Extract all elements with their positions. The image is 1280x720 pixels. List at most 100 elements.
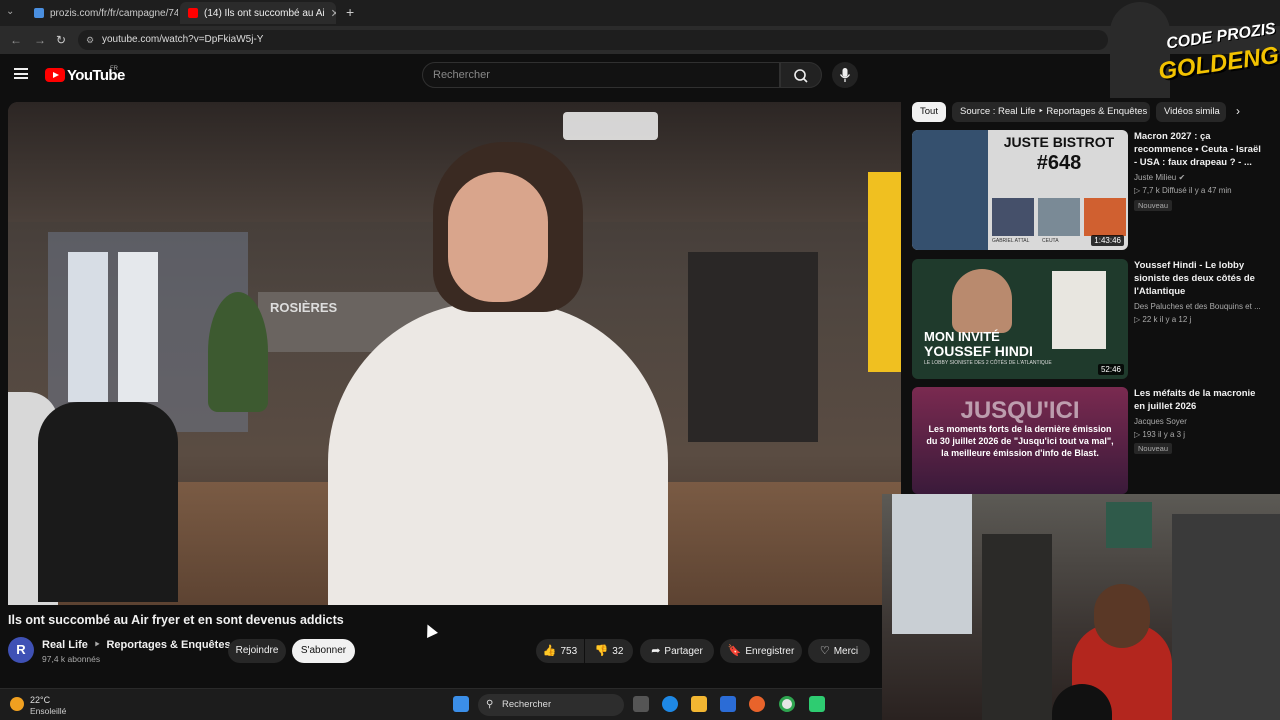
shelf: [982, 534, 1052, 720]
chip-similar[interactable]: Vidéos simila: [1156, 102, 1226, 122]
recommendation-item[interactable]: MON INVITÉ YOUSSEF HINDI LE LOBBY SIONIS…: [912, 259, 1272, 379]
window: [892, 494, 972, 634]
browser-address-bar: ← → ↻ ⚙ youtube.com/watch?v=DpFkiaW5j-Y: [0, 26, 1280, 54]
task-view-icon[interactable]: [633, 696, 649, 712]
taskbar-search[interactable]: ⚲ Rechercher: [478, 694, 624, 716]
weather-temperature[interactable]: 22°C: [30, 695, 50, 705]
recommendation-channel[interactable]: Jacques Soyer: [1134, 417, 1187, 426]
recommendation-title[interactable]: Macron 2027 : ça recommence • Ceuta - Is…: [1134, 130, 1264, 169]
subscribe-button[interactable]: S'abonner: [292, 639, 355, 663]
channel-name[interactable]: Real Life ‣ Reportages & Enquêtes: [42, 638, 231, 651]
tab-label: prozis.com/fr/fr/campagne/74: [50, 7, 178, 19]
person-left-coat: [38, 402, 178, 602]
bookmark-icon: 🔖: [727, 645, 742, 657]
share-button[interactable]: ➦ Partager: [640, 639, 714, 663]
thumb-photo: [992, 198, 1034, 236]
new-badge: Nouveau: [1134, 200, 1173, 211]
microphone-icon: [839, 68, 851, 82]
weather-condition[interactable]: Ensoleillé: [30, 706, 66, 716]
share-icon: ➦: [651, 645, 661, 657]
youtube-favicon-icon: [188, 8, 198, 18]
appliance-washer: [118, 252, 158, 402]
firefox-icon[interactable]: [749, 696, 765, 712]
recommendation-item[interactable]: JUSTE BISTROT #648 GABRIEL ATTAL CEUTA 1…: [912, 130, 1272, 250]
save-label: Enregistrer: [745, 646, 795, 657]
verified-icon: ✔: [1178, 173, 1186, 182]
thumb-photo: [1084, 198, 1126, 236]
site-info-icon[interactable]: ⚙: [86, 30, 94, 50]
search-icon: [794, 69, 808, 83]
globe-icon: [34, 8, 44, 18]
thumb-number: #648: [1036, 152, 1082, 174]
chip-all[interactable]: Tout: [912, 102, 946, 122]
thumb-title: JUSTE BISTROT: [1003, 134, 1115, 150]
channel-title[interactable]: Real Life: [42, 639, 88, 651]
thumb-label: GABRIEL ATTAL: [992, 238, 1030, 244]
recommendation-item[interactable]: JUSQU'ICI Les moments forts de la derniè…: [912, 387, 1272, 494]
new-tab-button[interactable]: +: [346, 4, 354, 20]
channel-label: Juste Milieu: [1134, 173, 1177, 182]
tab-prozis[interactable]: prozis.com/fr/fr/campagne/74 ✕: [26, 2, 178, 24]
join-button[interactable]: Rejoindre: [228, 639, 286, 663]
video-duration: 52:46: [1097, 364, 1124, 375]
windows-taskbar: 22°C Ensoleillé ⚲ Rechercher: [0, 688, 882, 720]
video-duration: 1:43:46: [1091, 235, 1124, 246]
reload-icon[interactable]: ↻: [56, 33, 66, 47]
save-button[interactable]: 🔖 Enregistrer: [720, 639, 802, 663]
person-head: [1094, 584, 1150, 648]
voice-search-button[interactable]: [832, 62, 858, 88]
channel-separator: ‣: [93, 639, 101, 651]
region-code: FR: [110, 66, 118, 72]
close-icon[interactable]: ✕: [325, 7, 336, 20]
thumb-name: YOUSSEF HINDI: [924, 343, 1033, 359]
recommendation-title[interactable]: Les méfaits de la macronie en juillet 20…: [1134, 387, 1264, 413]
thumb-photo: [1038, 198, 1080, 236]
url-field[interactable]: ⚙ youtube.com/watch?v=DpFkiaW5j-Y: [78, 30, 1108, 50]
recommendation-title[interactable]: Youssef Hindi - Le lobby sioniste des de…: [1134, 259, 1264, 298]
app-icon[interactable]: [809, 696, 825, 712]
chevron-right-icon[interactable]: ›: [1236, 104, 1240, 118]
edge-icon[interactable]: [662, 696, 678, 712]
thanks-icon: ♡: [819, 645, 830, 657]
file-explorer-icon[interactable]: [691, 696, 707, 712]
taskbar-search-label: Rechercher: [502, 699, 552, 710]
recommendation-channel[interactable]: Juste Milieu ✔: [1134, 173, 1185, 182]
tab-search-icon[interactable]: ⌄: [6, 6, 14, 17]
video-title: Ils ont succombé au Air fryer et en sont…: [8, 613, 344, 627]
tab-youtube[interactable]: (14) Ils ont succombé au Ai ✕: [180, 2, 336, 24]
store-sign: [563, 112, 658, 140]
new-badge: Nouveau: [1134, 443, 1173, 454]
thanks-label: Merci: [833, 646, 859, 657]
dislike-button[interactable]: 👎 32: [585, 639, 633, 663]
dark-shelf: [688, 252, 818, 442]
search-input[interactable]: Rechercher: [422, 62, 780, 88]
video-thumbnail[interactable]: JUSTE BISTROT #648 GABRIEL ATTAL CEUTA 1…: [912, 130, 1128, 250]
video-thumbnail[interactable]: MON INVITÉ YOUSSEF HINDI LE LOBBY SIONIS…: [912, 259, 1128, 379]
woman-face: [448, 172, 548, 302]
tab-label: (14) Ils ont succombé au Ai: [204, 7, 325, 19]
windows-start-icon[interactable]: [453, 696, 469, 712]
recommendation-channel[interactable]: Des Paluches et des Bouquins et ...: [1134, 302, 1261, 311]
stream-overlay-logo: CODE PROZIS GOLDENG: [1110, 2, 1280, 98]
search-button[interactable]: [780, 62, 822, 88]
like-button[interactable]: 👍 753: [536, 639, 584, 663]
back-icon[interactable]: ←: [10, 33, 22, 47]
thanks-button[interactable]: ♡ Merci: [808, 639, 870, 663]
thumb-subtitle: LE LOBBY SIONISTE DES 2 CÔTÉS DE L'ATLAN…: [924, 360, 1052, 366]
chrome-icon[interactable]: [779, 696, 795, 712]
youtube-header: YouTube FR Rechercher: [0, 54, 1280, 98]
yellow-wall: [868, 172, 901, 372]
youtube-logo-icon[interactable]: [45, 68, 65, 82]
recommendation-meta: ▷ 7,7 k Diffusé il y a 47 min: [1134, 186, 1232, 195]
video-thumbnail[interactable]: JUSQU'ICI Les moments forts de la derniè…: [912, 387, 1128, 494]
video-player[interactable]: ROSIÈRES: [8, 102, 901, 605]
recommendation-meta: ▷ 22 k il y a 12 j: [1134, 315, 1192, 324]
playlist-name[interactable]: Reportages & Enquêtes: [106, 639, 230, 651]
chip-source[interactable]: Source : Real Life ‣ Reportages & Enquêt…: [952, 102, 1150, 122]
channel-avatar[interactable]: R: [8, 637, 34, 663]
search-icon: ⚲: [486, 699, 494, 710]
forward-icon[interactable]: →: [34, 33, 46, 47]
store-icon[interactable]: [720, 696, 736, 712]
menu-icon[interactable]: [14, 68, 28, 79]
thumbs-up-icon: 👍: [542, 645, 557, 657]
